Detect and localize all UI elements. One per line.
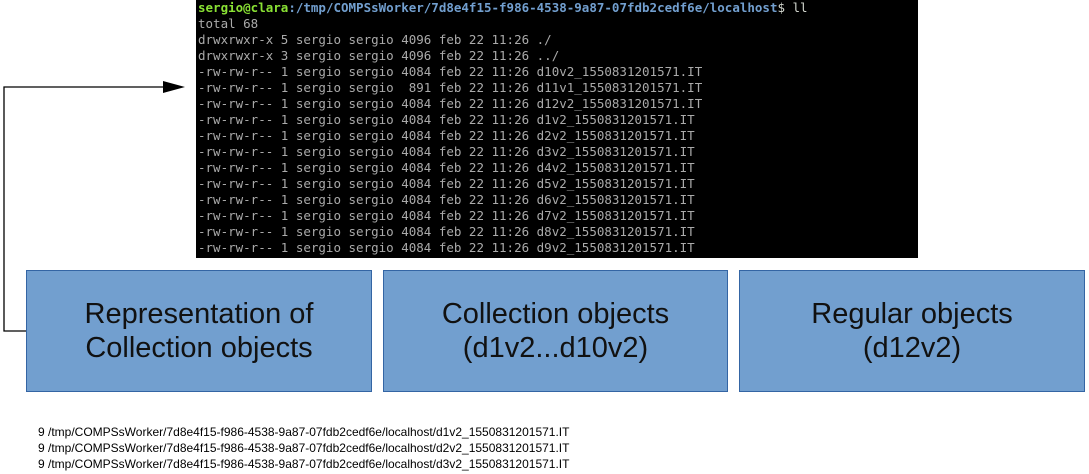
box-title-line2: (d12v2)	[862, 332, 962, 364]
box-title-line1: Regular objects	[811, 298, 1013, 330]
box-title-line2: (d1v2...d10v2)	[462, 332, 649, 364]
arrowhead-icon	[163, 81, 185, 93]
file-content-line: 9 /tmp/COMPSsWorker/7d8e4f15-f986-4538-9…	[38, 425, 570, 439]
box-title-line1: Collection objects	[441, 298, 670, 330]
box-title-line1: Representation of	[84, 298, 314, 330]
box-title-line2: Collection objects	[85, 332, 313, 364]
box-regular-objects: Regular objects (d12v2)	[739, 270, 1085, 392]
box-collection-objects: Collection objects (d1v2...d10v2)	[383, 270, 728, 392]
connector-arrow	[3, 81, 185, 332]
file-content-line: 9 /tmp/COMPSsWorker/7d8e4f15-f986-4538-9…	[38, 441, 570, 455]
file-content-line: 9 /tmp/COMPSsWorker/7d8e4f15-f986-4538-9…	[38, 457, 570, 471]
box-collection-representation: Representation of Collection objects	[26, 270, 372, 392]
